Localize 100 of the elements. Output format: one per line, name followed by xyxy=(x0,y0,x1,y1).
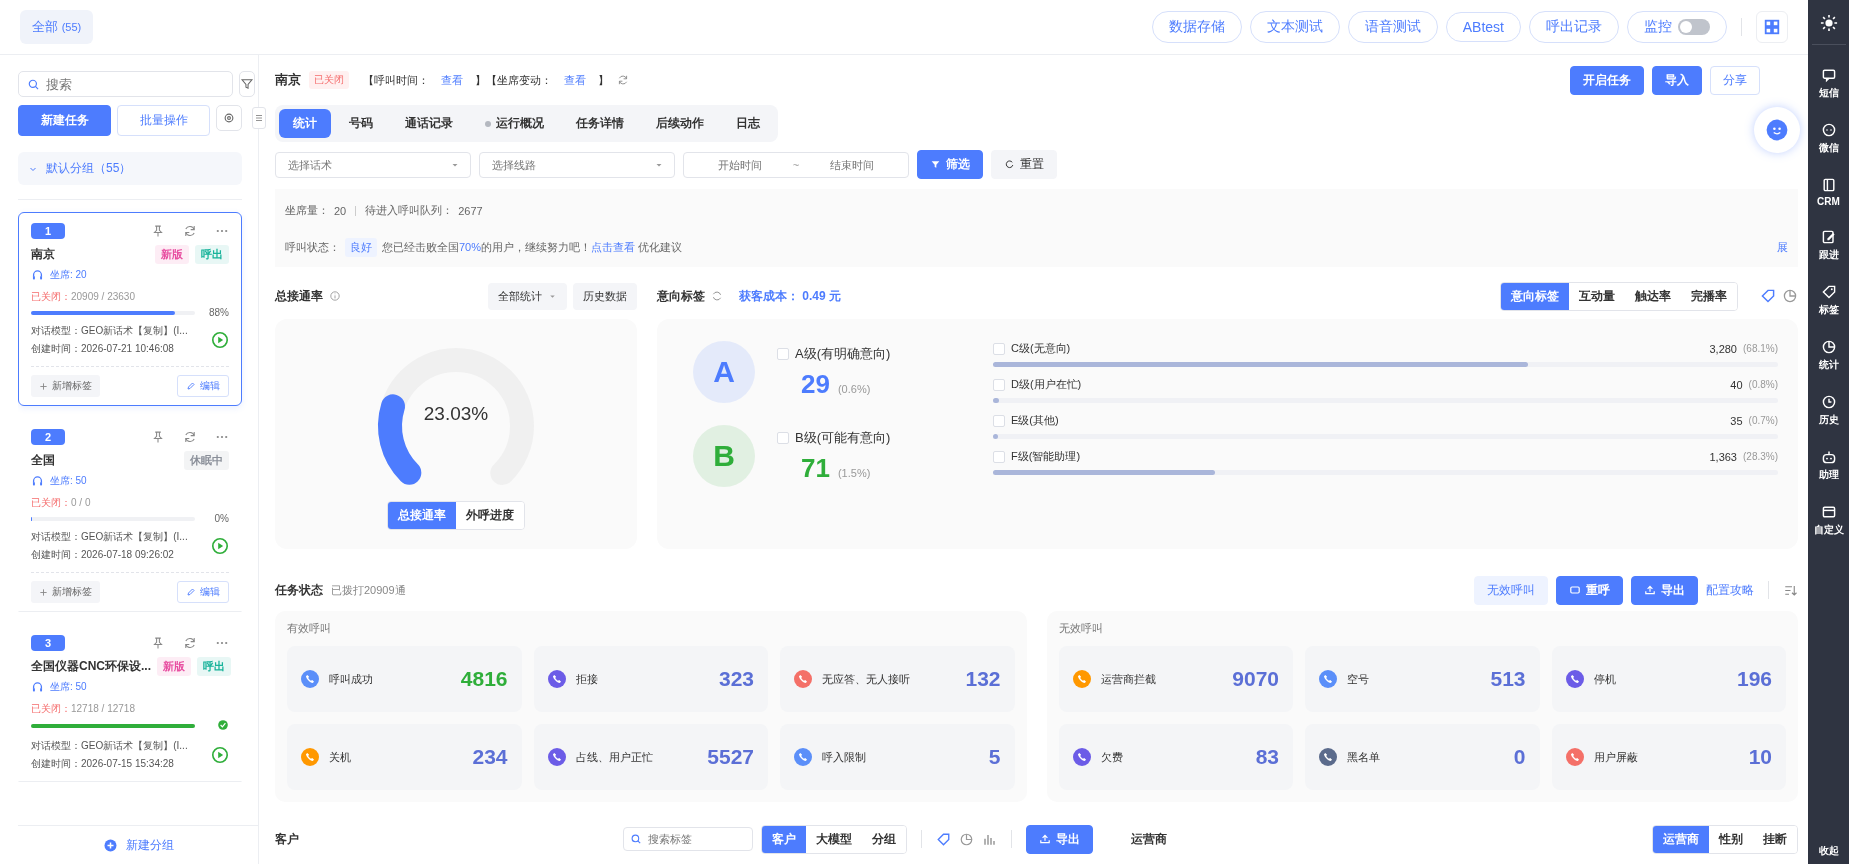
reset-button[interactable]: 重置 xyxy=(991,150,1057,179)
grade-checkbox[interactable] xyxy=(993,450,1005,463)
line-select[interactable]: 选择线路 xyxy=(490,157,648,172)
filter-apply-button[interactable]: 筛选 xyxy=(917,150,983,179)
tab[interactable]: 运行概况 xyxy=(471,109,558,138)
reset-icon xyxy=(1004,159,1015,170)
panel-toggle-button[interactable] xyxy=(252,107,266,129)
edit-button[interactable]: 编辑 xyxy=(177,581,229,603)
grade-checkbox[interactable] xyxy=(777,347,789,360)
side-nav-item[interactable]: 短信 xyxy=(1818,67,1839,100)
grade-count: 40 xyxy=(1730,378,1743,391)
search-field[interactable]: 搜索 xyxy=(44,75,224,93)
task-card[interactable]: 2 全国 休眠中 坐席: 50 已关闭：0 / 0 0% 对话模型：GEO新话术【复制】(I... 创建时间：2026-07-18 09:26:02 新增标签 编辑 xyxy=(18,418,242,612)
redial-button[interactable]: 重呼 xyxy=(1556,575,1623,605)
group-header[interactable]: 默认分组（55） xyxy=(18,152,242,185)
line-dropdown[interactable]: 选择线路 xyxy=(479,151,675,178)
add-tag-button[interactable]: 新增标签 xyxy=(31,581,100,603)
tab[interactable]: 日志 xyxy=(722,109,774,138)
collapse-button[interactable]: 收起 xyxy=(1818,844,1839,858)
theme-button[interactable] xyxy=(1819,14,1838,32)
tab[interactable]: 后续动作 xyxy=(642,109,718,138)
seat-count: 坐席: 20 xyxy=(50,268,87,282)
task-card[interactable]: 1 南京 新版 呼出 坐席: 20 已关闭：20909 / 23630 88% 对话模型：GEO新话术【复制】(I... 创建时间：2026-07-21 10:46:08 新增标签 编辑 xyxy=(18,212,242,406)
grid-view-button[interactable] xyxy=(1756,11,1788,43)
side-nav-item[interactable]: 历史 xyxy=(1818,394,1839,427)
side-nav-item[interactable]: CRM xyxy=(1817,177,1840,207)
header-action-button[interactable]: 导入 xyxy=(1652,65,1702,95)
carrier-view-tab[interactable]: 运营商 xyxy=(1653,825,1709,853)
new-group-button[interactable]: 新建分组 xyxy=(96,835,180,855)
new-task-button[interactable]: 新建任务 xyxy=(18,105,111,136)
search-icon xyxy=(27,77,40,91)
grade-count: 35 xyxy=(1730,414,1743,427)
end-date-field[interactable]: 结束时间 xyxy=(805,157,898,172)
play-button[interactable] xyxy=(211,537,229,555)
filter-icon xyxy=(930,159,941,170)
headset-icon xyxy=(31,268,44,282)
tab[interactable]: 统计 xyxy=(279,109,331,138)
toolbar-button[interactable]: ABtest xyxy=(1445,12,1521,42)
config-guide-link[interactable]: 配置攻略 xyxy=(1706,581,1754,599)
export-button[interactable]: 导出 xyxy=(1631,575,1698,605)
history-button[interactable]: 历史数据 xyxy=(573,282,637,310)
export-button[interactable]: 导出 xyxy=(1026,824,1093,854)
tag-search-box[interactable]: 搜索标签 xyxy=(623,827,753,851)
stat-label: 运营商拦截 xyxy=(1100,671,1157,687)
script-select[interactable]: 选择话术 xyxy=(286,157,444,172)
side-nav-item[interactable]: 跟进 xyxy=(1818,229,1839,262)
mode-tab[interactable]: 意向标签 xyxy=(1501,282,1569,310)
stat-value: 132 xyxy=(965,667,1001,691)
start-date-field[interactable]: 开始时间 xyxy=(694,157,787,172)
tab[interactable]: 号码 xyxy=(335,109,387,138)
grade-share: (0.7%) xyxy=(1748,415,1778,426)
scope-dropdown[interactable]: 全部统计 xyxy=(488,282,567,310)
customer-view-tab[interactable]: 客户 xyxy=(762,825,806,853)
stat-label: 空号 xyxy=(1347,671,1370,687)
view-link[interactable]: 查看 xyxy=(441,72,463,88)
task-number: 3 xyxy=(31,635,65,651)
grade-checkbox[interactable] xyxy=(993,378,1005,391)
tab[interactable]: 任务详情 xyxy=(562,109,638,138)
stat-label: 呼入限制 xyxy=(822,749,867,765)
monitor-button[interactable]: 监控 xyxy=(1627,11,1727,43)
tag-search-field[interactable]: 搜索标签 xyxy=(646,832,740,846)
side-nav-item[interactable]: 标签 xyxy=(1818,284,1839,317)
grade-checkbox[interactable] xyxy=(777,431,789,444)
play-button[interactable] xyxy=(211,746,229,764)
play-icon xyxy=(211,746,229,764)
toolbar-button[interactable]: 数据存储 xyxy=(1151,11,1242,43)
side-nav-item[interactable]: 微信 xyxy=(1818,122,1839,155)
header-action-button[interactable]: 开启任务 xyxy=(1570,65,1644,95)
add-tag-button[interactable]: 新增标签 xyxy=(31,375,100,397)
grade-checkbox[interactable] xyxy=(993,414,1005,427)
toolbar-button[interactable]: 语音测试 xyxy=(1347,11,1438,43)
assistant-button[interactable] xyxy=(1754,107,1800,153)
expand-link[interactable]: 展 xyxy=(1777,240,1788,255)
filter-button[interactable] xyxy=(239,71,255,97)
toolbar-button[interactable]: 呼出记录 xyxy=(1529,11,1619,43)
stat-value: 9070 xyxy=(1232,667,1279,691)
task-card[interactable]: 3 全国仪器CNC环保设... 新版 呼出 坐席: 50 已关闭：12718 / 12718 对话模型：GEO新话术【复制】(I... 创建时间：2026-07-15 15:34:28 xyxy=(18,624,242,782)
search-box[interactable]: 搜索 xyxy=(18,71,233,97)
batch-button[interactable]: 批量操作 xyxy=(117,105,210,136)
header-action-button[interactable]: 分享 xyxy=(1710,65,1760,95)
play-button[interactable] xyxy=(211,331,229,349)
view-link[interactable]: 查看 xyxy=(564,72,586,88)
side-nav-item[interactable]: 助理 xyxy=(1818,449,1839,482)
stat-value: 0 xyxy=(1513,745,1526,769)
toolbar-button[interactable]: 文本测试 xyxy=(1249,11,1340,43)
grade-checkbox[interactable] xyxy=(993,342,1005,355)
side-nav-item[interactable]: 统计 xyxy=(1818,339,1839,372)
edit-button[interactable]: 编辑 xyxy=(177,375,229,397)
blob-face-icon xyxy=(1764,117,1790,143)
view-toggle-button[interactable]: 总接通率 xyxy=(388,502,456,529)
settings-button[interactable] xyxy=(216,105,242,131)
tab[interactable]: 通话记录 xyxy=(391,109,467,138)
invalid-call-button[interactable]: 无效呼叫 xyxy=(1474,575,1548,605)
sun-icon xyxy=(1819,14,1838,32)
script-dropdown[interactable]: 选择话术 xyxy=(275,151,471,178)
monitor-toggle[interactable] xyxy=(1678,19,1710,35)
side-nav-item[interactable]: 自定义 xyxy=(1813,504,1844,537)
date-range-field[interactable]: 开始时间 ~ 结束时间 xyxy=(683,151,909,178)
view-details-link[interactable]: 点击查看 xyxy=(591,241,636,253)
all-tab[interactable]: 全部 (55) xyxy=(20,10,94,44)
